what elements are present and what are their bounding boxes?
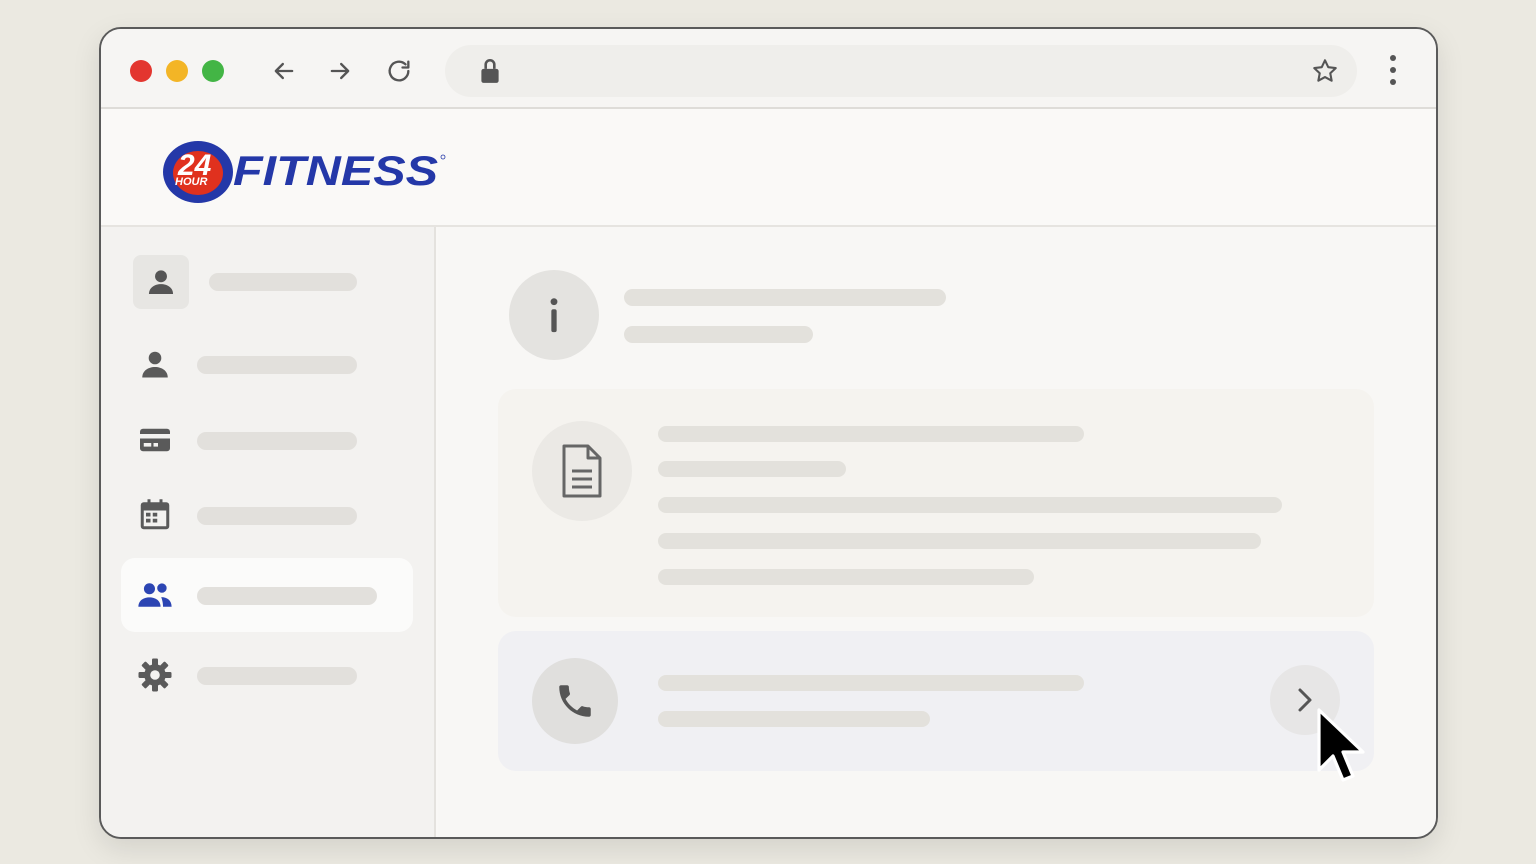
info-badge	[509, 270, 599, 360]
document-card	[498, 389, 1374, 617]
mouse-cursor-icon	[1317, 708, 1365, 782]
document-line-placeholder	[658, 533, 1261, 549]
sidebar-item-billing[interactable]	[121, 402, 413, 476]
sidebar-item-label-placeholder	[197, 587, 377, 605]
document-badge	[532, 421, 632, 521]
document-icon	[562, 444, 602, 498]
lock-icon	[481, 58, 499, 83]
chevron-right-icon	[1298, 688, 1312, 712]
sidebar-item-members[interactable]	[121, 558, 413, 632]
document-line-placeholder	[658, 497, 1282, 513]
sidebar-item-profile-avatar[interactable]	[133, 255, 189, 309]
reload-button[interactable]	[383, 55, 415, 87]
star-icon[interactable]	[1311, 57, 1339, 85]
logo-wordmark: FITNESS	[233, 147, 438, 194]
phone-icon	[559, 685, 591, 717]
24-hour-fitness-logo[interactable]: 24 HOUR FITNESS	[161, 137, 451, 207]
sidebar-item-label-placeholder	[197, 356, 357, 374]
back-button[interactable]	[268, 55, 300, 87]
document-title-placeholder	[658, 426, 1084, 442]
contact-title-placeholder	[658, 675, 1084, 691]
sidebar-item-label-placeholder	[197, 432, 357, 450]
gear-icon	[138, 658, 172, 692]
close-window-button[interactable]	[130, 60, 152, 82]
person-icon	[148, 270, 174, 295]
sidebar	[101, 227, 436, 837]
kebab-menu-icon[interactable]	[1379, 53, 1407, 87]
contact-subtitle-placeholder	[658, 711, 930, 727]
logo-badge-word: HOUR	[175, 176, 207, 188]
arrow-right-icon	[330, 62, 350, 80]
maximize-window-button[interactable]	[202, 60, 224, 82]
sidebar-item-settings[interactable]	[121, 637, 413, 711]
contact-card[interactable]	[498, 631, 1374, 771]
minimize-window-button[interactable]	[166, 60, 188, 82]
sidebar-item-account[interactable]	[121, 326, 413, 400]
document-subtitle-placeholder	[658, 461, 846, 477]
site-header: 24 HOUR FITNESS	[101, 109, 1436, 227]
address-bar[interactable]	[445, 45, 1357, 97]
reload-icon	[388, 60, 410, 82]
browser-window: 24 HOUR FITNESS	[99, 27, 1438, 839]
sidebar-item-label-placeholder	[197, 507, 357, 525]
main-content	[438, 227, 1436, 837]
phone-badge	[532, 658, 618, 744]
arrow-left-icon	[274, 62, 294, 80]
sidebar-item-schedule[interactable]	[121, 477, 413, 551]
info-icon	[550, 298, 558, 333]
credit-card-icon	[140, 428, 170, 452]
browser-toolbar	[101, 29, 1436, 109]
heading-placeholder	[624, 289, 946, 306]
person-icon	[142, 351, 168, 378]
people-icon	[138, 583, 172, 607]
document-line-placeholder	[658, 569, 1034, 585]
sidebar-item-label-placeholder	[197, 667, 357, 685]
forward-button[interactable]	[324, 55, 356, 87]
calendar-icon	[140, 499, 170, 530]
subheading-placeholder	[624, 326, 813, 343]
sidebar-item-label-placeholder	[209, 273, 357, 291]
